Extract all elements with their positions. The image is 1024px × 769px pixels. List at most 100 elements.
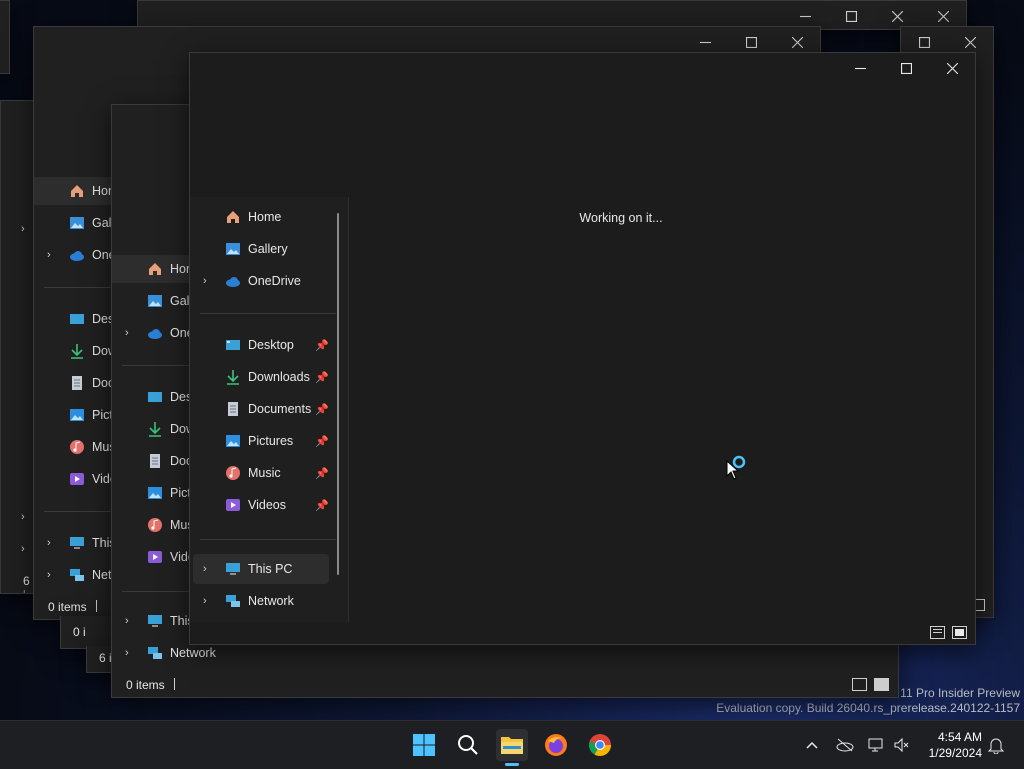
nav-separator xyxy=(44,287,114,288)
chevron-right-icon[interactable]: › xyxy=(203,595,213,607)
computer-icon xyxy=(68,534,86,552)
firefox-icon[interactable] xyxy=(540,729,572,761)
chevron-right-icon[interactable]: › xyxy=(125,647,135,659)
tiles-view-icon[interactable] xyxy=(874,678,889,691)
nav-item-onedrive[interactable]: OneDrive xyxy=(224,267,301,295)
nav-item-thispc[interactable]: This xyxy=(68,529,116,557)
pin-icon[interactable]: 📌 xyxy=(315,499,329,512)
nav-item-downloads[interactable]: Dow xyxy=(146,415,195,443)
network-icon xyxy=(146,644,164,662)
volume-muted-icon[interactable] xyxy=(892,735,912,755)
background-window-edge xyxy=(0,0,10,74)
notification-bell-icon[interactable] xyxy=(986,735,1006,755)
nav-item-thispc[interactable]: This PC xyxy=(224,555,292,583)
music-note-icon xyxy=(224,464,242,482)
maximize-icon[interactable] xyxy=(883,53,929,83)
network-icon xyxy=(68,566,86,584)
home-icon xyxy=(224,208,242,226)
minimize-icon[interactable] xyxy=(837,53,883,83)
video-icon xyxy=(146,548,164,566)
nav-item-home[interactable]: Home xyxy=(224,203,281,231)
nav-item-videos[interactable]: Vide xyxy=(146,543,195,571)
nav-separator xyxy=(122,591,192,592)
nav-item-gallery[interactable]: Gallery xyxy=(224,235,288,263)
onedrive-offline-icon[interactable] xyxy=(835,735,855,755)
system-clock[interactable]: 4:54 AM 1/29/2024 xyxy=(929,729,982,761)
pin-icon[interactable]: 📌 xyxy=(315,435,329,448)
busy-cursor-icon xyxy=(726,452,752,483)
chevron-right-icon[interactable]: › xyxy=(47,569,57,581)
status-divider xyxy=(96,600,97,612)
chevron-right-icon[interactable]: › xyxy=(47,249,57,261)
clock-time: 4:54 AM xyxy=(937,730,982,744)
active-app-indicator xyxy=(505,763,519,766)
onedrive-cloud-icon xyxy=(146,324,164,342)
music-note-icon xyxy=(68,438,86,456)
windows-start-icon[interactable] xyxy=(408,729,440,761)
download-arrow-icon xyxy=(68,342,86,360)
pin-icon[interactable]: 📌 xyxy=(315,371,329,384)
document-icon xyxy=(146,452,164,470)
nav-item-videos[interactable]: Videos xyxy=(224,491,286,519)
clock-date: 1/29/2024 xyxy=(928,746,982,760)
nav-item-onedrive[interactable]: One xyxy=(146,319,194,347)
pin-icon[interactable]: 📌 xyxy=(315,403,329,416)
nav-label: Documents xyxy=(248,402,312,416)
watermark-edition: 11 Pro Insider Preview xyxy=(900,686,1020,700)
chevron-right-icon[interactable]: › xyxy=(203,563,213,575)
file-explorer-icon[interactable] xyxy=(496,729,528,766)
onedrive-cloud-icon xyxy=(224,272,242,290)
chevron-right-icon[interactable]: › xyxy=(125,615,135,627)
chevron-right-icon[interactable]: › xyxy=(125,327,135,339)
status-item-count: 0 items xyxy=(126,678,165,692)
chevron-right-icon[interactable]: › xyxy=(203,275,213,287)
network-status-icon[interactable] xyxy=(867,735,887,755)
search-icon[interactable] xyxy=(452,729,484,761)
nav-item-network[interactable]: Network xyxy=(224,587,294,615)
details-view-icon[interactable] xyxy=(930,626,945,639)
close-icon[interactable] xyxy=(929,53,975,83)
pin-icon[interactable]: 📌 xyxy=(315,467,329,480)
chevron-right-icon: › xyxy=(21,543,25,555)
desktop-icon xyxy=(224,336,242,354)
pictures-icon xyxy=(146,484,164,502)
maximize-icon[interactable] xyxy=(828,1,874,29)
tiles-view-icon[interactable] xyxy=(952,626,967,639)
gallery-icon xyxy=(68,214,86,232)
nav-item-desktop[interactable]: Desktop xyxy=(224,331,294,359)
chevron-up-icon[interactable] xyxy=(802,735,822,755)
nav-item-onedrive[interactable]: One xyxy=(68,241,116,269)
status-item-count: 0 items xyxy=(48,600,87,614)
nav-separator xyxy=(122,365,192,366)
nav-item-videos[interactable]: Vide xyxy=(68,465,117,493)
nav-label: This PC xyxy=(248,562,293,576)
nav-scrollbar[interactable] xyxy=(337,213,339,575)
chrome-icon[interactable] xyxy=(584,729,616,761)
nav-item-downloads[interactable]: Dow xyxy=(68,337,117,365)
chevron-right-icon[interactable]: › xyxy=(47,537,57,549)
nav-label: Home xyxy=(248,210,282,224)
file-explorer-window[interactable]: Home Gallery › OneDrive Desktop 📌 Downlo… xyxy=(189,52,976,645)
home-icon xyxy=(146,260,164,278)
download-arrow-icon xyxy=(224,368,242,386)
nav-item-pictures[interactable]: Pictures xyxy=(224,427,293,455)
nav-label: Downloads xyxy=(248,370,310,384)
nav-separator xyxy=(200,539,336,540)
music-note-icon xyxy=(146,516,164,534)
nav-item-downloads[interactable]: Downloads xyxy=(224,363,310,391)
nav-item-home[interactable]: Hon xyxy=(146,255,193,283)
details-view-icon[interactable] xyxy=(852,678,867,691)
nav-label: Network xyxy=(248,594,294,608)
pin-icon[interactable]: 📌 xyxy=(315,339,329,352)
pane-divider xyxy=(348,197,349,622)
nav-item-music[interactable]: Music xyxy=(224,459,281,487)
status-divider xyxy=(174,678,175,690)
nav-item-thispc[interactable]: This xyxy=(146,607,194,635)
document-icon xyxy=(224,400,242,418)
nav-item-documents[interactable]: Documents xyxy=(224,395,311,423)
loading-message: Working on it... xyxy=(579,211,663,225)
background-window-fragment: 0 i xyxy=(60,616,114,649)
nav-label: Network xyxy=(170,646,216,660)
nav-separator xyxy=(200,313,336,314)
nav-label: Gallery xyxy=(248,242,288,256)
